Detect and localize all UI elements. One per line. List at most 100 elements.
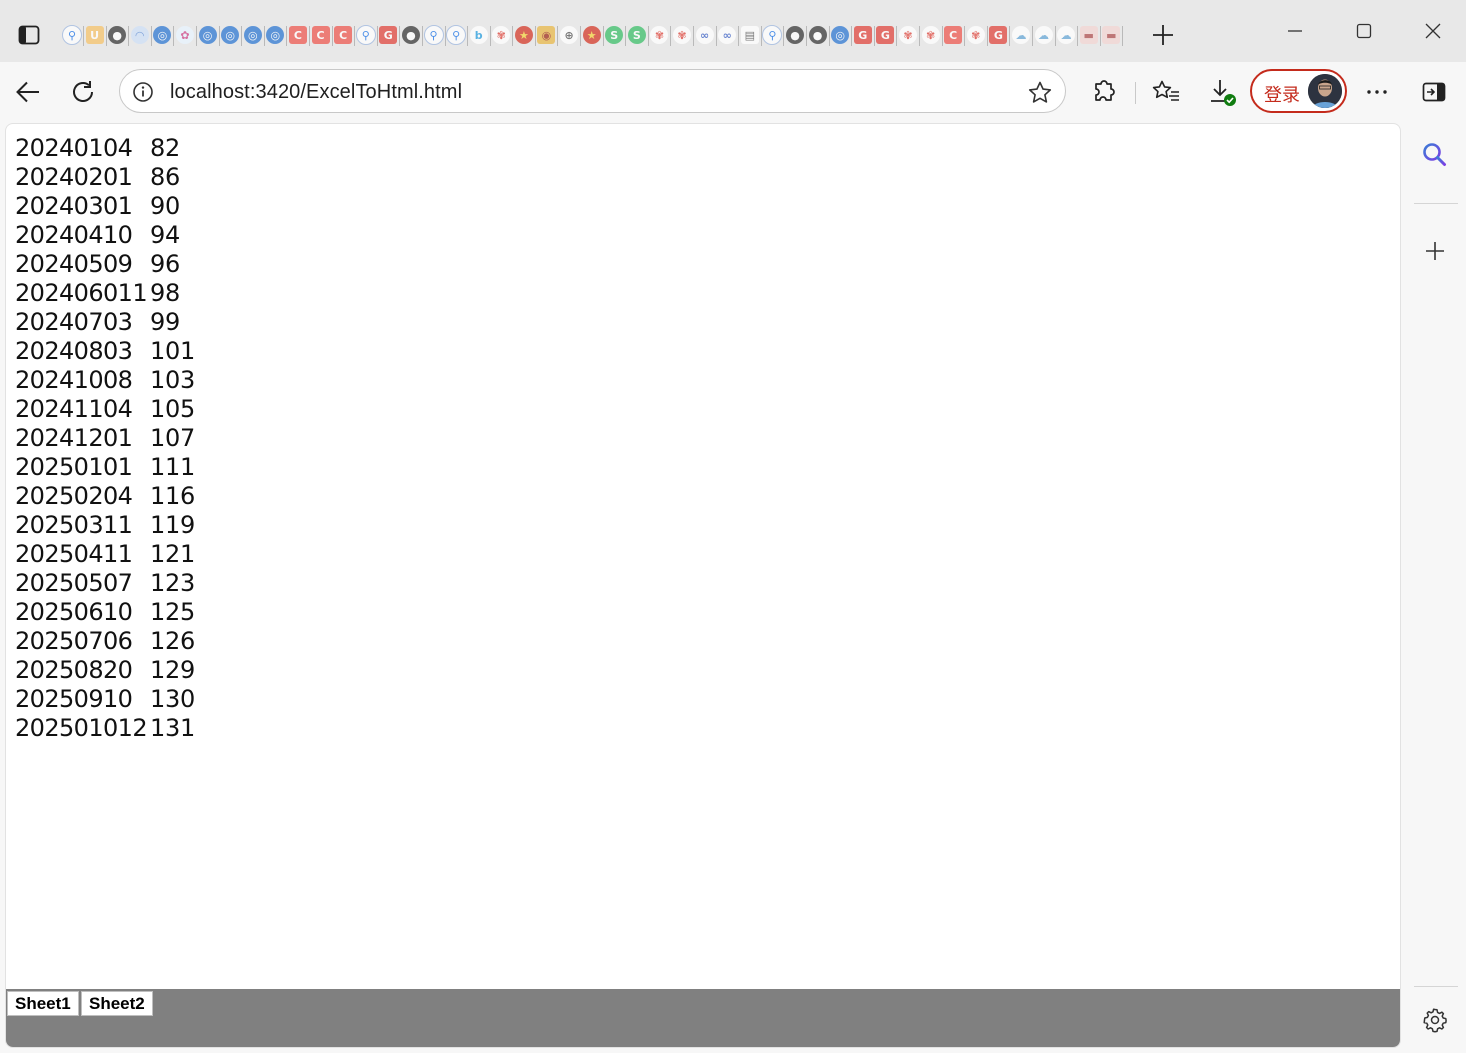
puzzle-icon xyxy=(1095,80,1115,101)
browser-tab[interactable]: ▬ xyxy=(1079,20,1101,50)
browser-tab[interactable]: G xyxy=(875,20,898,50)
browser-tab[interactable]: ◉ xyxy=(536,20,559,50)
browser-tab[interactable]: ✾ xyxy=(672,20,695,50)
browser-tab[interactable]: C xyxy=(333,20,356,50)
date-cell: 20250507 xyxy=(15,569,133,597)
browser-tab[interactable]: ◎ xyxy=(830,20,853,50)
extensions-button[interactable] xyxy=(1085,72,1125,112)
browser-tab[interactable]: ● xyxy=(808,20,830,50)
value-cell: 101 xyxy=(150,337,195,365)
browser-tab[interactable]: ✾ xyxy=(966,20,988,50)
close-icon xyxy=(1425,23,1441,39)
favorite-star-icon[interactable] xyxy=(1027,80,1053,111)
date-cell: 202406011 xyxy=(15,279,148,307)
browser-tab[interactable]: ✾ xyxy=(898,20,920,50)
browser-tab[interactable]: ✾ xyxy=(649,20,672,50)
settings-more-button[interactable] xyxy=(1357,72,1397,112)
browser-tab[interactable]: ∞ xyxy=(717,20,740,50)
close-window-button[interactable] xyxy=(1410,14,1456,48)
value-cell: 131 xyxy=(150,714,195,742)
refresh-button[interactable] xyxy=(63,72,103,112)
minimize-button[interactable] xyxy=(1272,14,1318,48)
banner-icon: ▬ xyxy=(1079,26,1098,44)
date-cell: 20250101 xyxy=(15,453,133,481)
date-cell: 20250411 xyxy=(15,540,133,568)
browser-tab[interactable]: G xyxy=(988,20,1011,50)
favorites-button[interactable] xyxy=(1146,72,1186,112)
c-icon: C xyxy=(288,26,307,44)
browser-tab[interactable]: ✾ xyxy=(491,20,514,50)
downloads-button[interactable] xyxy=(1202,72,1242,112)
browser-tab[interactable]: ☁ xyxy=(1056,20,1079,50)
browser-tab[interactable]: ☁ xyxy=(1011,20,1033,50)
value-cell: 90 xyxy=(150,192,180,220)
browser-tab[interactable]: S xyxy=(627,20,649,50)
browser-tab[interactable]: ⚲ xyxy=(762,20,785,50)
browser-tab[interactable]: ✿ xyxy=(175,20,197,50)
browser-tab[interactable]: ∞ xyxy=(695,20,717,50)
browser-tab[interactable]: ⊕ xyxy=(559,20,582,50)
tab-actions-menu-button[interactable] xyxy=(14,20,44,50)
browser-tab[interactable]: ◎ xyxy=(220,20,243,50)
sidebar-add-button[interactable] xyxy=(1414,230,1456,272)
sidebar-search-button[interactable] xyxy=(1414,134,1456,176)
sheet-table: 20240104 82 20240201 86 20240301 90 20240410 94… xyxy=(15,134,195,743)
browser-tab[interactable]: ● xyxy=(785,20,807,50)
sidebar-settings-button[interactable] xyxy=(1414,999,1456,1041)
new-tab-button[interactable] xyxy=(1146,18,1180,52)
url-text[interactable]: localhost:3420/ExcelToHtml.html xyxy=(170,81,462,104)
browser-tab[interactable]: C xyxy=(943,20,966,50)
browser-tab[interactable]: ⚲ xyxy=(355,20,378,50)
browser-tab[interactable]: ⚲ xyxy=(446,20,469,50)
github-icon: ● xyxy=(108,26,127,44)
browser-tab[interactable]: ◎ xyxy=(243,20,265,50)
table-row: 20240104 82 xyxy=(15,134,195,163)
browser-tab[interactable]: ◎ xyxy=(198,20,220,50)
huawei-icon: ✾ xyxy=(898,26,917,44)
browser-tab[interactable]: U xyxy=(85,20,107,50)
browser-tab[interactable]: ◎ xyxy=(152,20,175,50)
browser-tab[interactable]: ▤ xyxy=(740,20,762,50)
plus-icon xyxy=(1426,242,1444,260)
date-cell: 20240509 xyxy=(15,250,133,278)
browser-tab[interactable]: ● xyxy=(401,20,423,50)
browser-tab[interactable]: b xyxy=(469,20,491,50)
cloud-icon: ☁ xyxy=(1057,26,1076,44)
browser-tab[interactable]: G xyxy=(853,20,875,50)
blue-circle-icon: ◎ xyxy=(243,26,262,44)
table-row: 20240301 90 xyxy=(15,192,195,221)
browser-tab[interactable]: ★ xyxy=(582,20,604,50)
browser-tab[interactable]: ● xyxy=(107,20,130,50)
sheet-tab-sheet2[interactable]: Sheet2 xyxy=(81,991,153,1016)
value-cell: 96 xyxy=(150,250,180,278)
browser-tab[interactable]: ✾ xyxy=(921,20,943,50)
back-button[interactable] xyxy=(8,72,48,112)
site-info-icon[interactable] xyxy=(132,81,154,108)
browser-tab[interactable]: ⚲ xyxy=(62,20,84,50)
date-cell: 20240410 xyxy=(15,221,133,249)
u-icon: U xyxy=(85,26,104,44)
browser-tab[interactable]: ◠ xyxy=(130,20,152,50)
browser-tab[interactable]: ★ xyxy=(514,20,536,50)
browser-tab[interactable]: S xyxy=(604,20,627,50)
sidebar-toggle-button[interactable] xyxy=(1414,72,1454,112)
sheet-tab-bar: Sheet1 Sheet2 xyxy=(6,989,1400,1047)
browser-tab[interactable]: G xyxy=(378,20,401,50)
browser-tab[interactable]: ⚲ xyxy=(423,20,446,50)
address-bar[interactable]: localhost:3420/ExcelToHtml.html xyxy=(119,69,1066,113)
maximize-button[interactable] xyxy=(1341,14,1387,48)
browser-tab[interactable]: C xyxy=(311,20,333,50)
blue-circle-icon: ◎ xyxy=(266,26,285,44)
login-button[interactable]: 登录 xyxy=(1250,69,1347,113)
browser-tab[interactable]: ☁ xyxy=(1034,20,1056,50)
avatar xyxy=(1308,74,1342,108)
browser-tab[interactable]: C xyxy=(288,20,310,50)
page-content: 20240104 82 20240201 86 20240301 90 20240410 94… xyxy=(5,123,1401,1048)
sheet-tab-sheet1[interactable]: Sheet1 xyxy=(7,991,79,1016)
browser-tab[interactable]: ▬ xyxy=(1101,20,1124,50)
emblem-icon: ★ xyxy=(582,26,601,44)
browser-tab[interactable]: ◎ xyxy=(265,20,288,50)
value-cell: 116 xyxy=(150,482,195,510)
minimize-icon xyxy=(1288,30,1302,32)
date-cell: 20240201 xyxy=(15,163,133,191)
